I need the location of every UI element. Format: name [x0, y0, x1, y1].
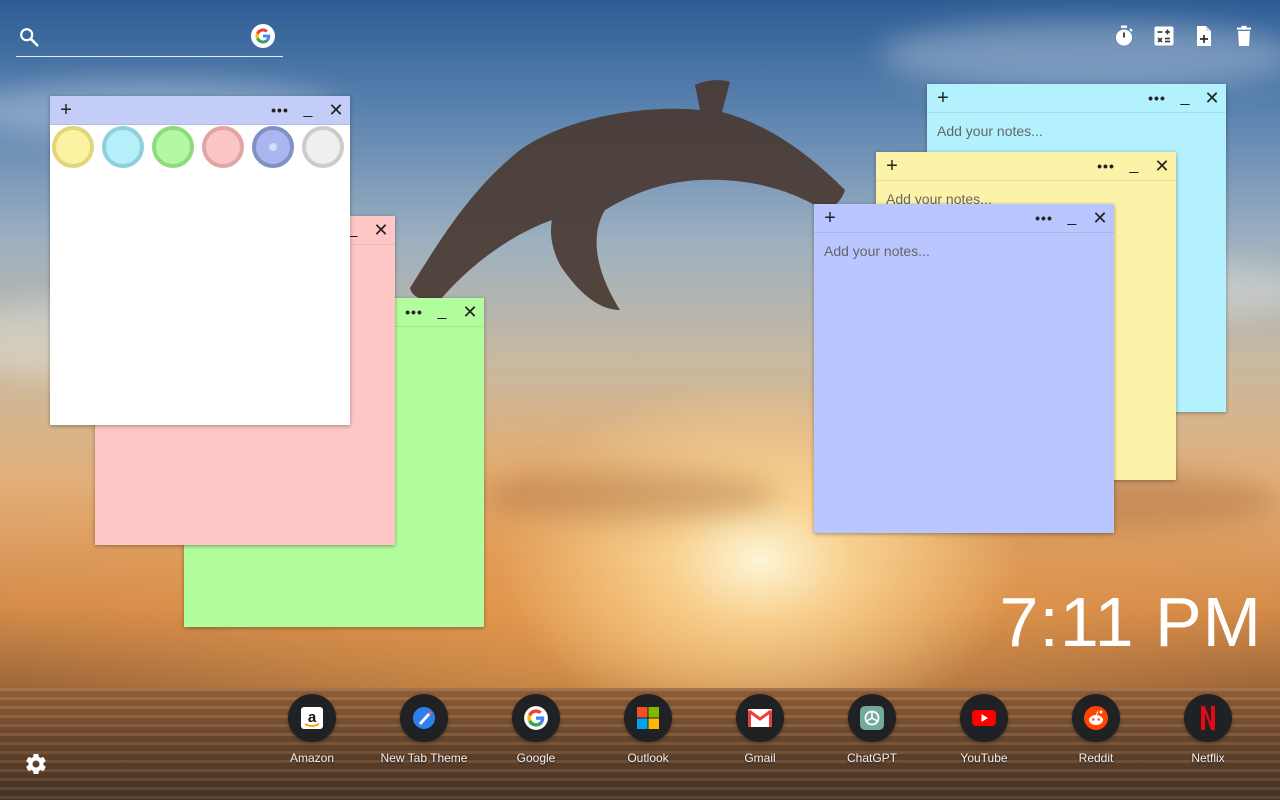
shortcut-google[interactable]: Google — [486, 694, 586, 765]
shortcut-reddit[interactable]: Reddit — [1046, 694, 1146, 765]
minimize-note-button[interactable]: _ — [430, 298, 454, 326]
close-note-button[interactable]: ✕ — [324, 96, 348, 124]
note-menu-button[interactable]: ••• — [268, 96, 292, 124]
color-swatch-blue[interactable] — [252, 126, 294, 168]
add-note-button[interactable]: + — [54, 96, 78, 124]
note-textarea[interactable] — [814, 233, 1114, 533]
minimize-note-button[interactable]: _ — [1060, 204, 1084, 232]
add-note-button[interactable]: + — [880, 152, 904, 180]
shortcut-amazon[interactable]: a Amazon — [262, 694, 362, 765]
gear-icon[interactable] — [24, 752, 48, 776]
note-toolbar: + ••• _ ✕ — [876, 152, 1176, 181]
clock: 7:11 PM — [999, 583, 1262, 661]
selected-indicator — [269, 143, 277, 151]
color-swatch-cyan[interactable] — [102, 126, 144, 168]
chatgpt-icon — [860, 706, 884, 730]
color-swatch-yellow[interactable] — [52, 126, 94, 168]
sticky-note-blue: + ••• _ ✕ — [814, 204, 1114, 533]
minimize-note-button[interactable]: _ — [1122, 152, 1146, 180]
shortcut-outlook[interactable]: Outlook — [598, 694, 698, 765]
svg-text:a: a — [308, 709, 317, 726]
shortcut-label: Outlook — [627, 751, 669, 765]
shortcut-chatgpt[interactable]: ChatGPT — [822, 694, 922, 765]
note-menu-button[interactable]: ••• — [1094, 152, 1118, 180]
note-menu-button[interactable]: ••• — [1145, 84, 1169, 112]
gmail-icon — [748, 709, 772, 727]
note-menu-button[interactable]: ••• — [402, 298, 426, 326]
youtube-icon — [972, 710, 996, 726]
note-toolbar: + ••• _ ✕ — [927, 84, 1226, 113]
close-note-button[interactable]: ✕ — [1150, 152, 1174, 180]
note-toolbar: + ••• _ ✕ — [814, 204, 1114, 233]
shortcut-netflix[interactable]: Netflix — [1158, 694, 1258, 765]
minimize-note-button[interactable]: _ — [296, 96, 320, 124]
google-icon — [255, 28, 271, 44]
close-note-button[interactable]: ✕ — [1088, 204, 1112, 232]
close-note-button[interactable]: ✕ — [458, 298, 482, 326]
dolphin-silhouette — [410, 80, 845, 310]
timer-icon[interactable] — [1112, 24, 1136, 48]
search-icon[interactable] — [18, 26, 40, 48]
add-note-button[interactable]: + — [931, 84, 955, 112]
shortcut-label: Gmail — [744, 751, 776, 765]
search-bar — [16, 20, 283, 57]
search-input[interactable] — [48, 24, 252, 52]
shortcut-label: Google — [516, 751, 556, 765]
new-note-icon[interactable] — [1192, 24, 1216, 48]
shortcut-label: New Tab Theme — [380, 751, 468, 765]
shortcut-youtube[interactable]: YouTube — [934, 694, 1034, 765]
color-swatch-pink[interactable] — [202, 126, 244, 168]
shortcut-label: ChatGPT — [846, 751, 897, 765]
shortcut-label: YouTube — [960, 751, 1008, 765]
amazon-icon: a — [301, 707, 323, 729]
shortcut-label: Amazon — [289, 751, 335, 765]
add-note-button[interactable]: + — [818, 204, 842, 232]
close-note-button[interactable]: ✕ — [369, 216, 393, 244]
sticky-note-white: + ••• _ ✕ — [50, 96, 350, 425]
netflix-icon — [1201, 706, 1215, 730]
outlook-icon — [637, 707, 659, 729]
calculator-icon[interactable] — [1152, 24, 1176, 48]
color-swatch-white[interactable] — [302, 126, 344, 168]
trash-icon[interactable] — [1232, 24, 1256, 48]
reddit-icon — [1084, 706, 1108, 730]
new-tab-theme-icon — [413, 707, 435, 729]
google-search-button[interactable] — [251, 24, 275, 48]
color-swatch-green[interactable] — [152, 126, 194, 168]
note-toolbar: + ••• _ ✕ — [50, 96, 350, 125]
shortcut-label: Netflix — [1191, 751, 1225, 765]
shortcut-label: Reddit — [1078, 751, 1114, 765]
shortcut-new-tab-theme[interactable]: New Tab Theme — [374, 694, 474, 765]
google-icon — [524, 706, 548, 730]
note-menu-button[interactable]: ••• — [1032, 204, 1056, 232]
shortcut-gmail[interactable]: Gmail — [710, 694, 810, 765]
minimize-note-button[interactable]: _ — [1173, 84, 1197, 112]
close-note-button[interactable]: ✕ — [1200, 84, 1224, 112]
